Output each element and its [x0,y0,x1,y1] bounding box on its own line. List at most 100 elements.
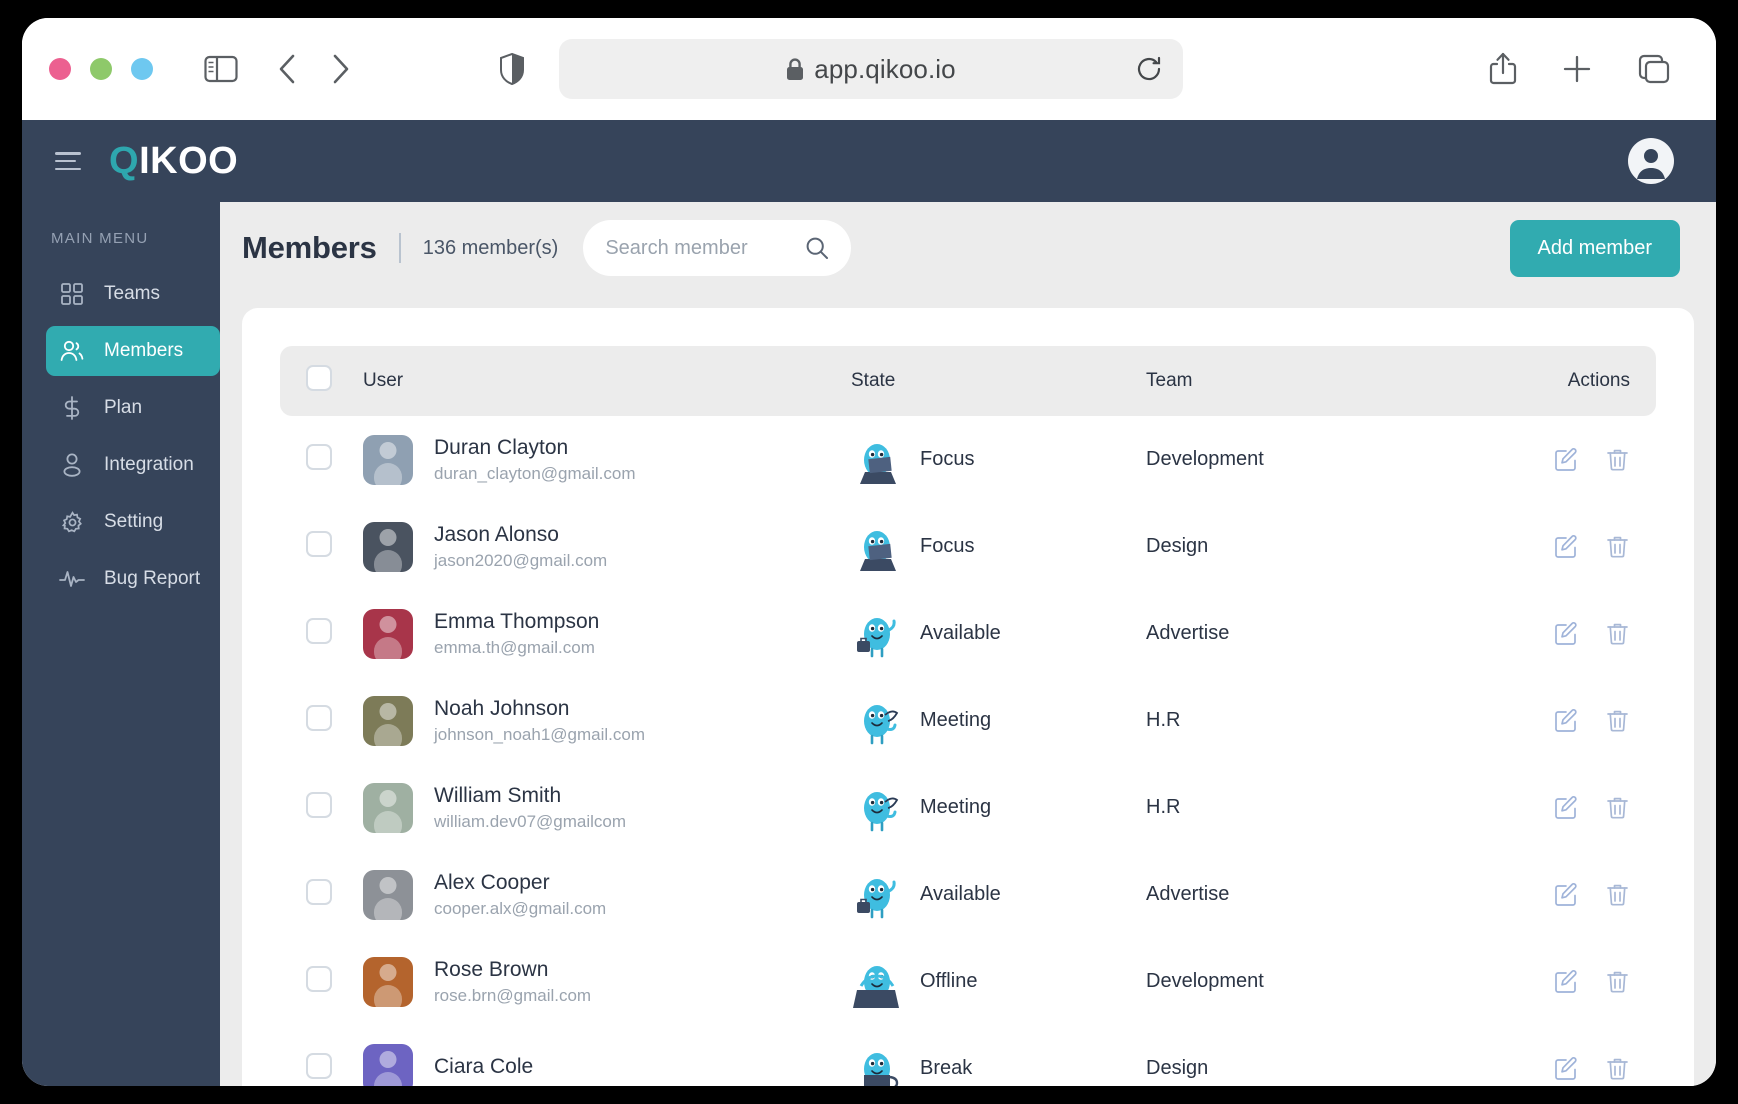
user-email: rose.brn@gmail.com [434,985,592,1005]
user-name: William Smith [434,783,562,807]
avatar [363,1043,413,1086]
search-member-box[interactable] [583,220,852,276]
users-icon [59,338,85,364]
row-checkbox[interactable] [306,879,332,905]
sidebar-item-members[interactable]: Members [46,326,220,376]
table-row[interactable]: Jason Alonso jason2020@gmail.com Focus D… [280,503,1656,590]
chevron-right-icon[interactable] [330,53,352,85]
lock-icon [786,57,804,81]
edit-icon[interactable] [1554,447,1579,472]
table-row[interactable]: Ciara Cole Break Design [280,1025,1656,1086]
chevron-left-icon[interactable] [276,53,298,85]
user-name: Duran Clayton [434,435,569,459]
edit-icon[interactable] [1554,708,1579,733]
team-cell: Design [1146,535,1500,558]
user-name: Ciara Cole [434,1054,534,1078]
trash-icon[interactable] [1605,534,1630,559]
actions-cell [1500,969,1630,994]
edit-icon[interactable] [1554,1056,1579,1081]
browser-toolbar: app.qikoo.io [22,18,1716,120]
state-cell: Break [851,1043,1146,1086]
row-select-cell [306,1053,363,1084]
column-header-user: User [363,370,404,391]
table-row[interactable]: Noah Johnson johnson_noah1@gmail.com Mee… [280,677,1656,764]
user-avatar-icon[interactable] [1628,138,1674,184]
edit-icon[interactable] [1554,969,1579,994]
reload-icon[interactable] [1135,55,1163,83]
search-input[interactable] [605,236,830,260]
edit-icon[interactable] [1554,795,1579,820]
trash-icon[interactable] [1605,969,1630,994]
table-row[interactable]: Rose Brown rose.brn@gmail.com Offline De… [280,938,1656,1025]
column-header-team: Team [1146,370,1193,391]
team-cell: Development [1146,448,1500,471]
sidebar-item-label: Teams [104,283,160,304]
member-count: 136 member(s) [422,236,559,259]
user-name: Rose Brown [434,957,549,981]
user-name: Emma Thompson [434,609,600,633]
sidebar-item-integration[interactable]: Integration [46,440,220,490]
maximize-window-button[interactable] [131,58,153,80]
sidebar-item-label: Members [104,340,184,361]
search-icon[interactable] [805,236,829,260]
state-label: Focus [920,448,975,470]
table-row[interactable]: William Smith william.dev07@gmailcom Mee… [280,764,1656,851]
edit-icon[interactable] [1554,621,1579,646]
minimize-window-button[interactable] [90,58,112,80]
trash-icon[interactable] [1605,1056,1630,1081]
app-header: QIKOO [22,120,1716,202]
team-cell: Design [1146,1057,1500,1080]
row-checkbox[interactable] [306,1053,332,1079]
row-checkbox[interactable] [306,531,332,557]
avatar [363,695,413,746]
user-cell: Jason Alonso jason2020@gmail.com [363,521,851,572]
state-meeting-icon [851,782,903,834]
tabs-icon[interactable] [1637,53,1671,85]
select-all-checkbox[interactable] [306,365,332,391]
plus-icon[interactable] [1561,53,1593,85]
trash-icon[interactable] [1605,795,1630,820]
sidebar-toggle-icon[interactable] [204,55,238,83]
actions-cell [1500,621,1630,646]
address-bar[interactable]: app.qikoo.io [559,39,1183,99]
trash-icon[interactable] [1605,621,1630,646]
avatar [363,782,413,833]
edit-icon[interactable] [1554,882,1579,907]
share-icon[interactable] [1489,52,1517,86]
sidebar-item-teams[interactable]: Teams [46,269,220,319]
table-row[interactable]: Alex Cooper cooper.alx@gmail.com Availab… [280,851,1656,938]
shield-icon[interactable] [499,53,525,85]
row-checkbox[interactable] [306,618,332,644]
row-checkbox[interactable] [306,705,332,731]
user-name: Alex Cooper [434,870,550,894]
row-checkbox[interactable] [306,966,332,992]
row-checkbox[interactable] [306,444,332,470]
hamburger-icon[interactable] [55,152,81,170]
sidebar-item-bug-report[interactable]: Bug Report [46,554,220,604]
team-label: Design [1146,1057,1209,1079]
gear-icon [59,509,85,535]
team-label: Advertise [1146,622,1230,644]
trash-icon[interactable] [1605,447,1630,472]
window-traffic-lights [49,58,153,80]
trash-icon[interactable] [1605,708,1630,733]
actions-cell [1500,534,1630,559]
close-window-button[interactable] [49,58,71,80]
table-row[interactable]: Emma Thompson emma.th@gmail.com Availabl… [280,590,1656,677]
state-label: Meeting [920,796,992,818]
sidebar-item-setting[interactable]: Setting [46,497,220,547]
add-member-button[interactable]: Add member [1509,219,1680,277]
trash-icon[interactable] [1605,882,1630,907]
row-select-cell [306,444,363,475]
actions-cell [1500,708,1630,733]
state-meeting-icon [851,695,903,747]
table-header-row: User State Team Actions [280,346,1656,416]
state-cell: Focus [851,434,1146,486]
row-checkbox[interactable] [306,792,332,818]
sidebar-item-plan[interactable]: Plan [46,383,220,433]
user-name: Noah Johnson [434,696,570,720]
edit-icon[interactable] [1554,534,1579,559]
table-row[interactable]: Duran Clayton duran_clayton@gmail.com Fo… [280,416,1656,503]
app-logo[interactable]: QIKOO [109,140,238,183]
user-email: cooper.alx@gmail.com [434,898,607,918]
